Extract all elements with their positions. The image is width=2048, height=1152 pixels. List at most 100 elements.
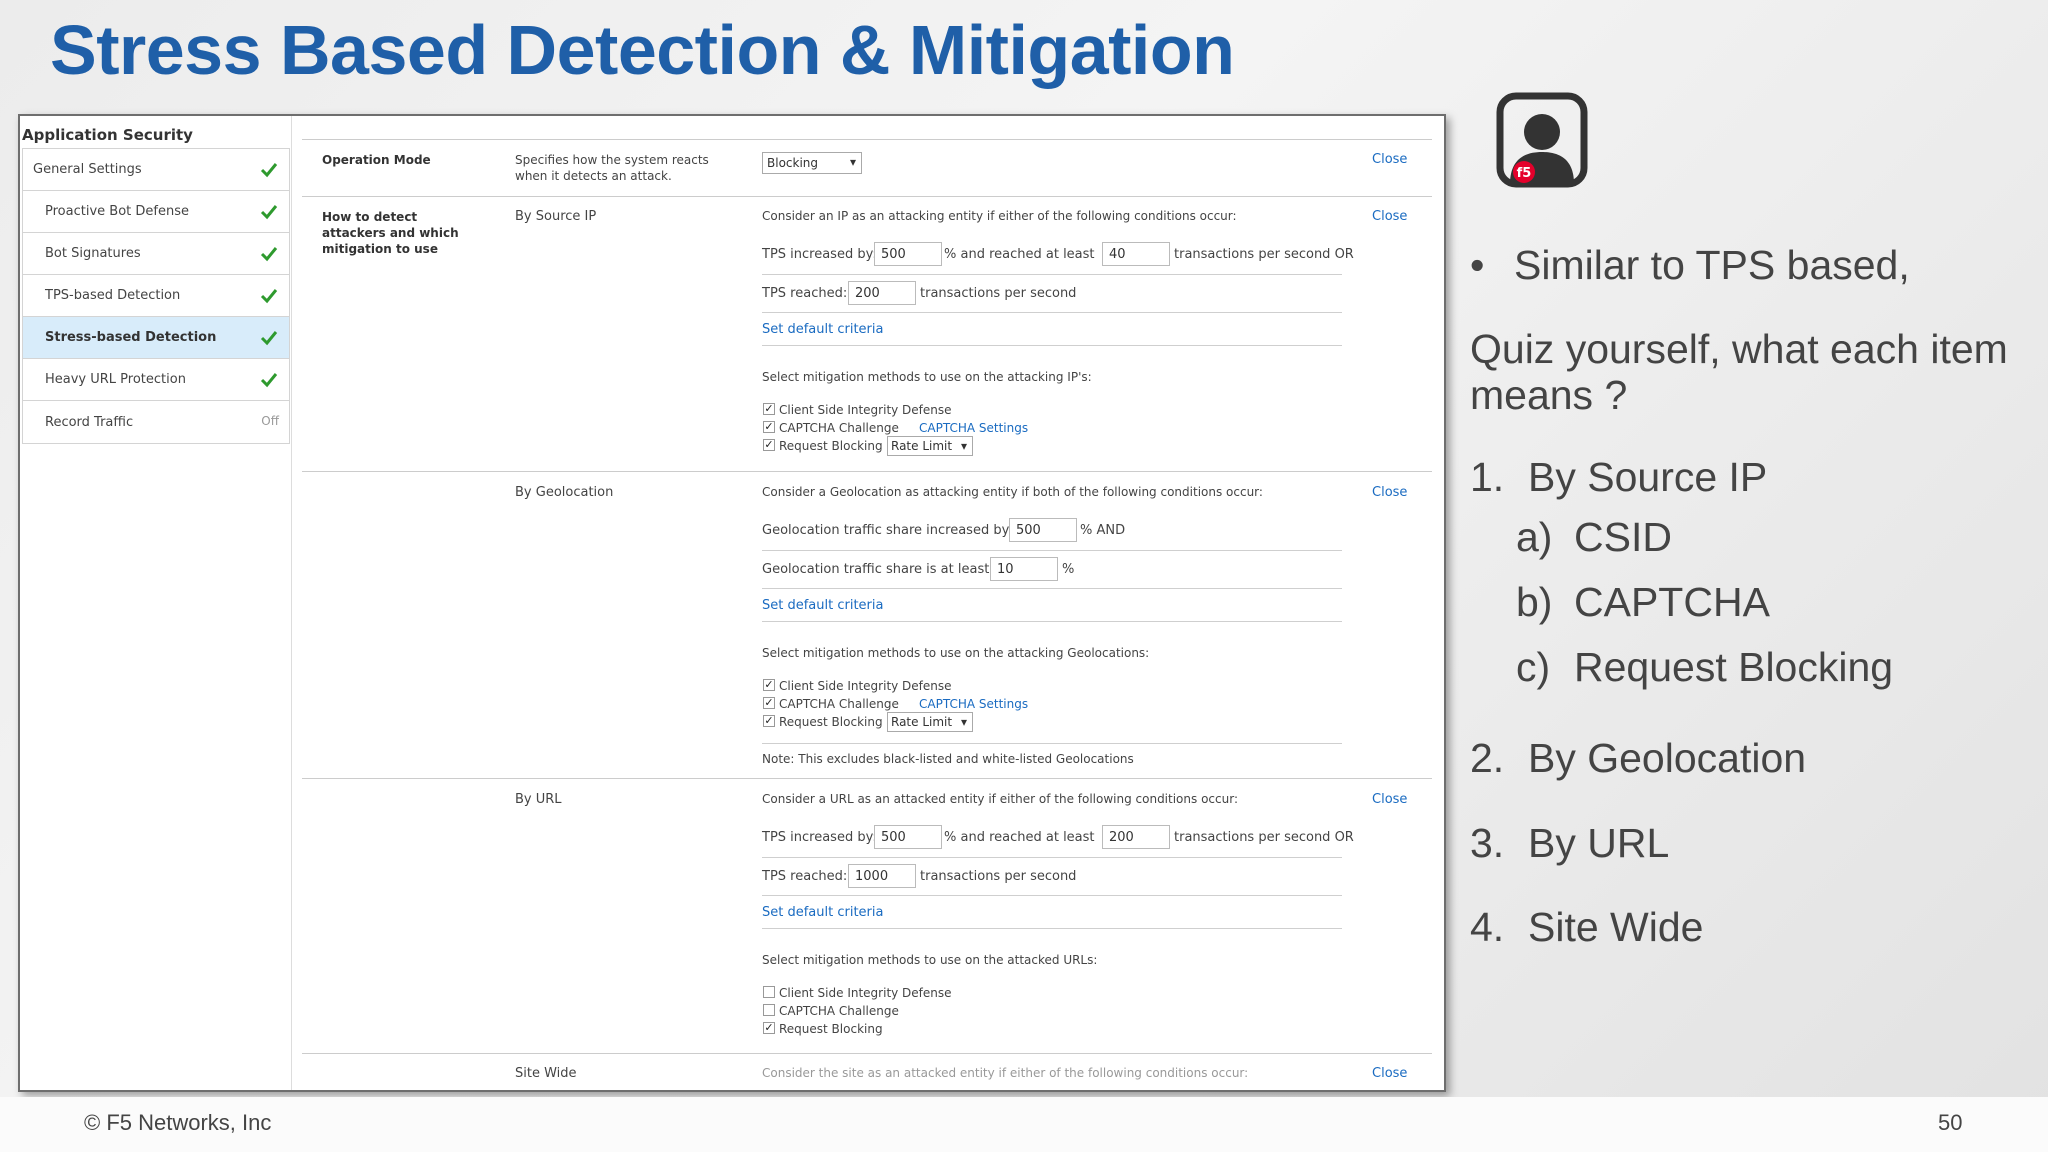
divider	[762, 274, 1342, 275]
set-default-criteria-link[interactable]: Set default criteria	[762, 905, 883, 920]
sidebar-item-label: Record Traffic	[45, 414, 134, 430]
rate-limit-value: Rate Limit	[891, 715, 953, 729]
tps-increased-label: TPS increased by:	[762, 830, 877, 845]
bullet-dot: •	[1470, 242, 1485, 288]
divider	[302, 196, 1432, 197]
item-number: c)	[1516, 644, 1551, 690]
tps-increased-label: TPS increased by:	[762, 247, 877, 262]
check-icon	[260, 331, 278, 346]
sidebar-item-stress-based-detection[interactable]: Stress-based Detection	[23, 317, 289, 359]
divider	[302, 778, 1432, 779]
sidebar-item-bot-signatures[interactable]: Bot Signatures	[23, 233, 289, 275]
captcha-checkbox[interactable]: ✓	[763, 697, 775, 709]
sidebar-item-general-settings[interactable]: General Settings	[23, 149, 289, 191]
operation-mode-label: Operation Mode	[322, 153, 431, 167]
item-text: Request Blocking	[1574, 644, 1894, 690]
close-link[interactable]: Close	[1372, 1066, 1407, 1081]
tps-reached-suffix: transactions per second	[920, 286, 1077, 301]
sidebar-item-label: Heavy URL Protection	[45, 372, 186, 387]
quiz-line-2: means ?	[1470, 372, 1628, 418]
close-link[interactable]: Close	[1372, 792, 1407, 807]
sidebar-item-label: General Settings	[33, 162, 142, 177]
geolocation-label: By Geolocation	[515, 485, 614, 500]
divider	[762, 743, 1342, 744]
check-icon	[260, 373, 278, 388]
share-increased-label: Geolocation traffic share increased by:	[762, 523, 1013, 538]
site-wide-intro: Consider the site as an attacked entity …	[762, 1066, 1249, 1080]
request-blocking-label: Request Blocking	[779, 439, 883, 453]
app-screenshot: Application Security General Settings Pr…	[18, 114, 1446, 1092]
rate-limit-select[interactable]: Rate Limit	[887, 712, 973, 732]
status-off: Off	[261, 414, 279, 428]
copyright: © F5 Networks, Inc	[84, 1110, 272, 1135]
tps-increased-input[interactable]: 500	[874, 825, 942, 849]
captcha-settings-link[interactable]: CAPTCHA Settings	[919, 697, 1028, 711]
url-intro: Consider a URL as an attacked entity if …	[762, 792, 1238, 806]
item-text: By URL	[1528, 820, 1670, 866]
close-link[interactable]: Close	[1372, 485, 1407, 500]
csid-checkbox[interactable]	[763, 986, 775, 998]
check-icon	[260, 163, 278, 178]
site-wide-label: Site Wide	[515, 1066, 577, 1081]
csid-checkbox[interactable]: ✓	[763, 679, 775, 691]
share-least-input[interactable]: 10	[990, 557, 1058, 581]
reached-least-label: % and reached at least	[944, 247, 1095, 262]
csid-label: Client Side Integrity Defense	[779, 679, 952, 693]
set-default-criteria-link[interactable]: Set default criteria	[762, 322, 883, 337]
divider	[762, 857, 1342, 858]
item-number: 4.	[1470, 904, 1505, 950]
mitigation-intro: Select mitigation methods to use on the …	[762, 953, 1098, 967]
share-increased-input[interactable]: 500	[1009, 518, 1077, 542]
captcha-settings-link[interactable]: CAPTCHA Settings	[919, 421, 1028, 435]
operation-mode-select[interactable]: Blocking	[762, 152, 862, 174]
tps-reached-input[interactable]: 200	[848, 281, 916, 305]
item-text: By Geolocation	[1528, 735, 1807, 781]
item-number: 3.	[1470, 820, 1505, 866]
csid-label: Client Side Integrity Defense	[779, 403, 952, 417]
divider	[762, 345, 1342, 346]
operation-mode-value: Blocking	[767, 156, 819, 170]
footer-bar	[0, 1097, 2048, 1152]
svg-text:f5: f5	[1517, 166, 1532, 181]
rate-limit-select[interactable]: Rate Limit	[887, 436, 973, 456]
sidebar-item-record-traffic[interactable]: Record Traffic Off	[23, 401, 289, 443]
sidebar-item-heavy-url-protection[interactable]: Heavy URL Protection	[23, 359, 289, 401]
captcha-label: CAPTCHA Challenge	[779, 1004, 899, 1018]
sidebar-title: Application Security	[22, 126, 193, 144]
tps-reached-label: TPS reached:	[762, 286, 848, 301]
reached-least-input[interactable]: 200	[1102, 825, 1170, 849]
divider	[762, 588, 1342, 589]
set-default-criteria-link[interactable]: Set default criteria	[762, 598, 883, 613]
tps-increased-input[interactable]: 500	[874, 242, 942, 266]
tps-reached-suffix: transactions per second	[920, 869, 1077, 884]
sidebar-item-label: TPS-based Detection	[45, 288, 181, 303]
divider	[762, 312, 1342, 313]
close-link[interactable]: Close	[1372, 152, 1407, 167]
captcha-checkbox[interactable]: ✓	[763, 421, 775, 433]
request-blocking-checkbox[interactable]: ✓	[763, 715, 775, 727]
sidebar: Application Security General Settings Pr…	[20, 116, 292, 1090]
tps-reached-label: TPS reached:	[762, 869, 848, 884]
tps-or-label: transactions per second OR	[1174, 247, 1354, 262]
request-blocking-checkbox[interactable]: ✓	[763, 439, 775, 451]
captcha-checkbox[interactable]	[763, 1004, 775, 1016]
url-label: By URL	[515, 792, 562, 807]
mitigation-intro: Select mitigation methods to use on the …	[762, 370, 1092, 384]
captcha-label: CAPTCHA Challenge	[779, 697, 899, 711]
detect-mitigation-label: How to detect attackers and which mitiga…	[322, 210, 459, 256]
rate-limit-value: Rate Limit	[891, 439, 953, 453]
csid-checkbox[interactable]: ✓	[763, 403, 775, 415]
sidebar-list: General Settings Proactive Bot Defense B…	[22, 148, 290, 444]
percent-label: %	[1062, 562, 1075, 577]
tps-reached-input[interactable]: 1000	[848, 864, 916, 888]
operation-mode-description: Specifies how the system reacts when it …	[515, 153, 709, 183]
sidebar-item-tps-based-detection[interactable]: TPS-based Detection	[23, 275, 289, 317]
source-ip-intro: Consider an IP as an attacking entity if…	[762, 209, 1237, 223]
close-link[interactable]: Close	[1372, 209, 1407, 224]
sidebar-item-label: Bot Signatures	[45, 246, 141, 261]
reached-least-input[interactable]: 40	[1102, 242, 1170, 266]
captcha-label: CAPTCHA Challenge	[779, 421, 899, 435]
request-blocking-checkbox[interactable]: ✓	[763, 1022, 775, 1034]
sidebar-item-proactive-bot-defense[interactable]: Proactive Bot Defense	[23, 191, 289, 233]
request-blocking-label: Request Blocking	[779, 715, 883, 729]
